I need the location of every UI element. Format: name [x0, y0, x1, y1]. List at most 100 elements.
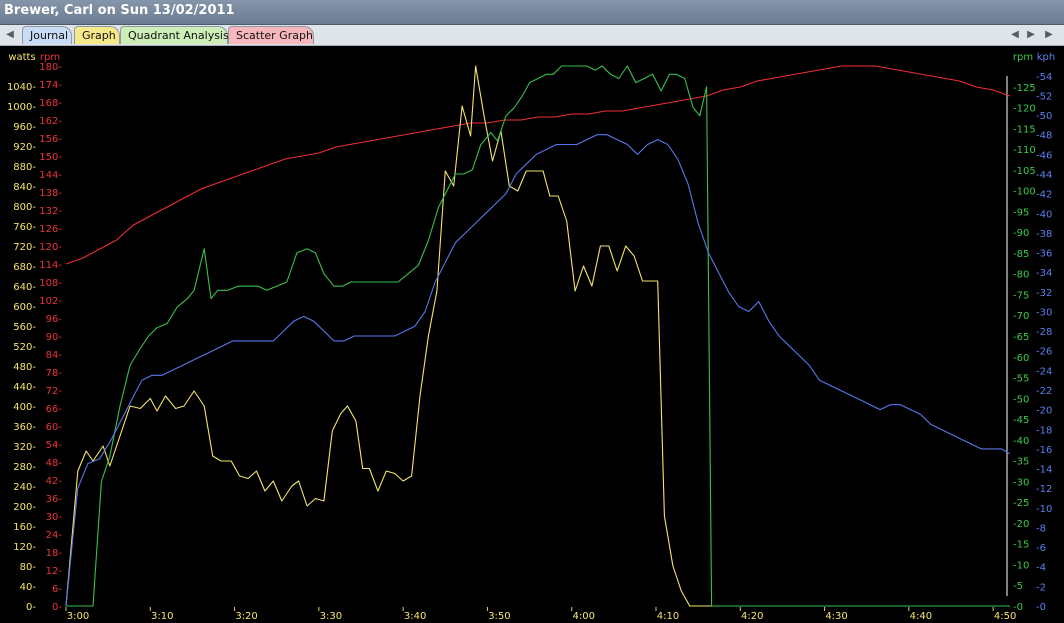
- rpm-right-tick-label: -100: [1013, 187, 1036, 198]
- prev-icon[interactable]: ◀: [1008, 27, 1022, 42]
- rpm-left-tick-label: 66-: [46, 404, 63, 415]
- rpm-right-tick-label: -70: [1013, 311, 1029, 322]
- tab-bar: ◀ Journal Graph Quadrant Analysis Scatte…: [0, 25, 1064, 46]
- rpm-left-tick-label: 0-: [52, 602, 62, 613]
- kph-tick-label: -20: [1036, 406, 1052, 417]
- kph-tick-label: -22: [1036, 386, 1052, 397]
- kph-tick-label: -26: [1036, 347, 1052, 358]
- rpm-left-tick-label: 72-: [46, 386, 63, 397]
- watts-tick-label: 280-: [13, 462, 36, 473]
- kph-tick-label: -46: [1036, 150, 1052, 161]
- series-line-watts: [65, 65, 1010, 607]
- rpm-left-tick-label: 90-: [46, 332, 63, 343]
- watts-tick-label: 360-: [13, 422, 36, 433]
- tab-scatter-graph[interactable]: Scatter Graph: [228, 26, 314, 44]
- rpm-left-tick-label: 84-: [46, 350, 63, 361]
- rpm-left-tick-label: 78-: [46, 368, 63, 379]
- tab-graph[interactable]: Graph: [74, 26, 120, 44]
- rpm-left-tick-label: 162-: [39, 116, 62, 127]
- rpm-right-tick-label: -35: [1013, 457, 1029, 468]
- rpm-right-tick-label: -20: [1013, 519, 1029, 530]
- x-tick-label: 3:40: [404, 611, 426, 622]
- rpm-left-tick-label: 168-: [39, 98, 62, 109]
- first-page-icon[interactable]: ◀: [3, 27, 17, 42]
- x-tick-label: 4:50: [994, 611, 1016, 622]
- kph-tick-label: -36: [1036, 249, 1052, 260]
- rpm-left-tick-label: 156-: [39, 134, 62, 145]
- rpm-left-tick-label: 18-: [46, 548, 63, 559]
- kph-tick-label: -34: [1036, 268, 1052, 279]
- watts-tick-label: 400-: [13, 402, 36, 413]
- rpm-left-tick-label: 6-: [52, 584, 62, 595]
- kph-tick-label: -8: [1036, 523, 1046, 534]
- kph-tick-label: -28: [1036, 327, 1052, 338]
- rpm-left-tick-label: 24-: [46, 530, 63, 541]
- rpm-right-tick-label: -110: [1013, 145, 1036, 156]
- kph-tick-label: -0: [1036, 602, 1046, 613]
- watts-axis-label: watts: [8, 52, 35, 63]
- rpm-right-tick-label: -30: [1013, 477, 1029, 488]
- rpm-left-tick-label: 174-: [39, 80, 62, 91]
- rpm-left-tick-label: 144-: [39, 170, 62, 181]
- watts-tick-label: 240-: [13, 482, 36, 493]
- kph-tick-label: -16: [1036, 445, 1052, 456]
- rpm-right-tick-label: -125: [1013, 83, 1036, 94]
- watts-tick-label: 440-: [13, 382, 36, 393]
- kph-tick-label: -44: [1036, 170, 1052, 181]
- watts-tick-label: 640-: [13, 282, 36, 293]
- series-line-kph: [65, 134, 1011, 607]
- kph-tick-label: -24: [1036, 366, 1052, 377]
- kph-tick-label: -10: [1036, 504, 1052, 515]
- watts-tick-label: 760-: [13, 222, 36, 233]
- rpm-left-tick-label: 48-: [46, 458, 63, 469]
- kph-tick-label: -6: [1036, 543, 1046, 554]
- rpm-right-tick-label: -55: [1013, 374, 1029, 385]
- rpm-left-tick-label: 126-: [39, 224, 62, 235]
- rpm-right-tick-label: -5: [1013, 581, 1023, 592]
- rpm-left-tick-label: 150-: [39, 152, 62, 163]
- x-tick-label: 3:10: [151, 611, 173, 622]
- watts-tick-label: 800-: [13, 202, 36, 213]
- rpm-right-tick-label: -95: [1013, 207, 1029, 218]
- watts-tick-label: 840-: [13, 182, 36, 193]
- series-line-rpm_right: [66, 65, 1010, 607]
- watts-tick-label: 960-: [13, 122, 36, 133]
- rpm-left-tick-label: 30-: [46, 512, 63, 523]
- watts-tick-label: 320-: [13, 442, 36, 453]
- kph-tick-label: -14: [1036, 465, 1052, 476]
- rpm-left-tick-label: 102-: [39, 296, 62, 307]
- rpm-left-tick-label: 180-: [39, 62, 62, 73]
- kph-tick-label: -48: [1036, 131, 1052, 142]
- rpm-left-tick-label: 108-: [39, 278, 62, 289]
- watts-tick-label: 0-: [26, 602, 36, 613]
- x-tick-label: 4:20: [741, 611, 763, 622]
- rpm-left-tick-label: 36-: [46, 494, 63, 505]
- rpm-right-tick-label: -15: [1013, 540, 1029, 551]
- kph-tick-label: -50: [1036, 111, 1052, 122]
- watts-tick-label: 480-: [13, 362, 36, 373]
- kph-tick-label: -30: [1036, 307, 1052, 318]
- x-tick-label: 4:10: [657, 611, 679, 622]
- kph-tick-label: -42: [1036, 190, 1052, 201]
- watts-tick-label: 160-: [13, 522, 36, 533]
- tab-journal[interactable]: Journal: [22, 26, 72, 44]
- rpm-right-tick-label: -25: [1013, 498, 1029, 509]
- watts-tick-label: 80-: [20, 562, 37, 573]
- rpm-right-tick-label: -75: [1013, 290, 1029, 301]
- x-tick-label: 3:50: [488, 611, 510, 622]
- watts-tick-label: 720-: [13, 242, 36, 253]
- rpm-right-tick-label: -105: [1013, 166, 1036, 177]
- kph-tick-label: -32: [1036, 288, 1052, 299]
- series-line-rpm_left: [65, 65, 1011, 265]
- rpm-right-axis-label: rpm: [1013, 52, 1033, 63]
- rpm-left-tick-label: 12-: [46, 566, 63, 577]
- rpm-right-tick-label: -50: [1013, 394, 1029, 405]
- last-page-icon[interactable]: ▶: [1042, 27, 1056, 42]
- next-icon[interactable]: ▶: [1024, 27, 1038, 42]
- tab-quadrant-analysis[interactable]: Quadrant Analysis: [120, 26, 229, 44]
- watts-tick-label: 120-: [13, 542, 36, 553]
- watts-tick-label: 560-: [13, 322, 36, 333]
- watts-tick-label: 880-: [13, 162, 36, 173]
- rpm-right-tick-label: -120: [1013, 104, 1036, 115]
- kph-tick-label: -38: [1036, 229, 1052, 240]
